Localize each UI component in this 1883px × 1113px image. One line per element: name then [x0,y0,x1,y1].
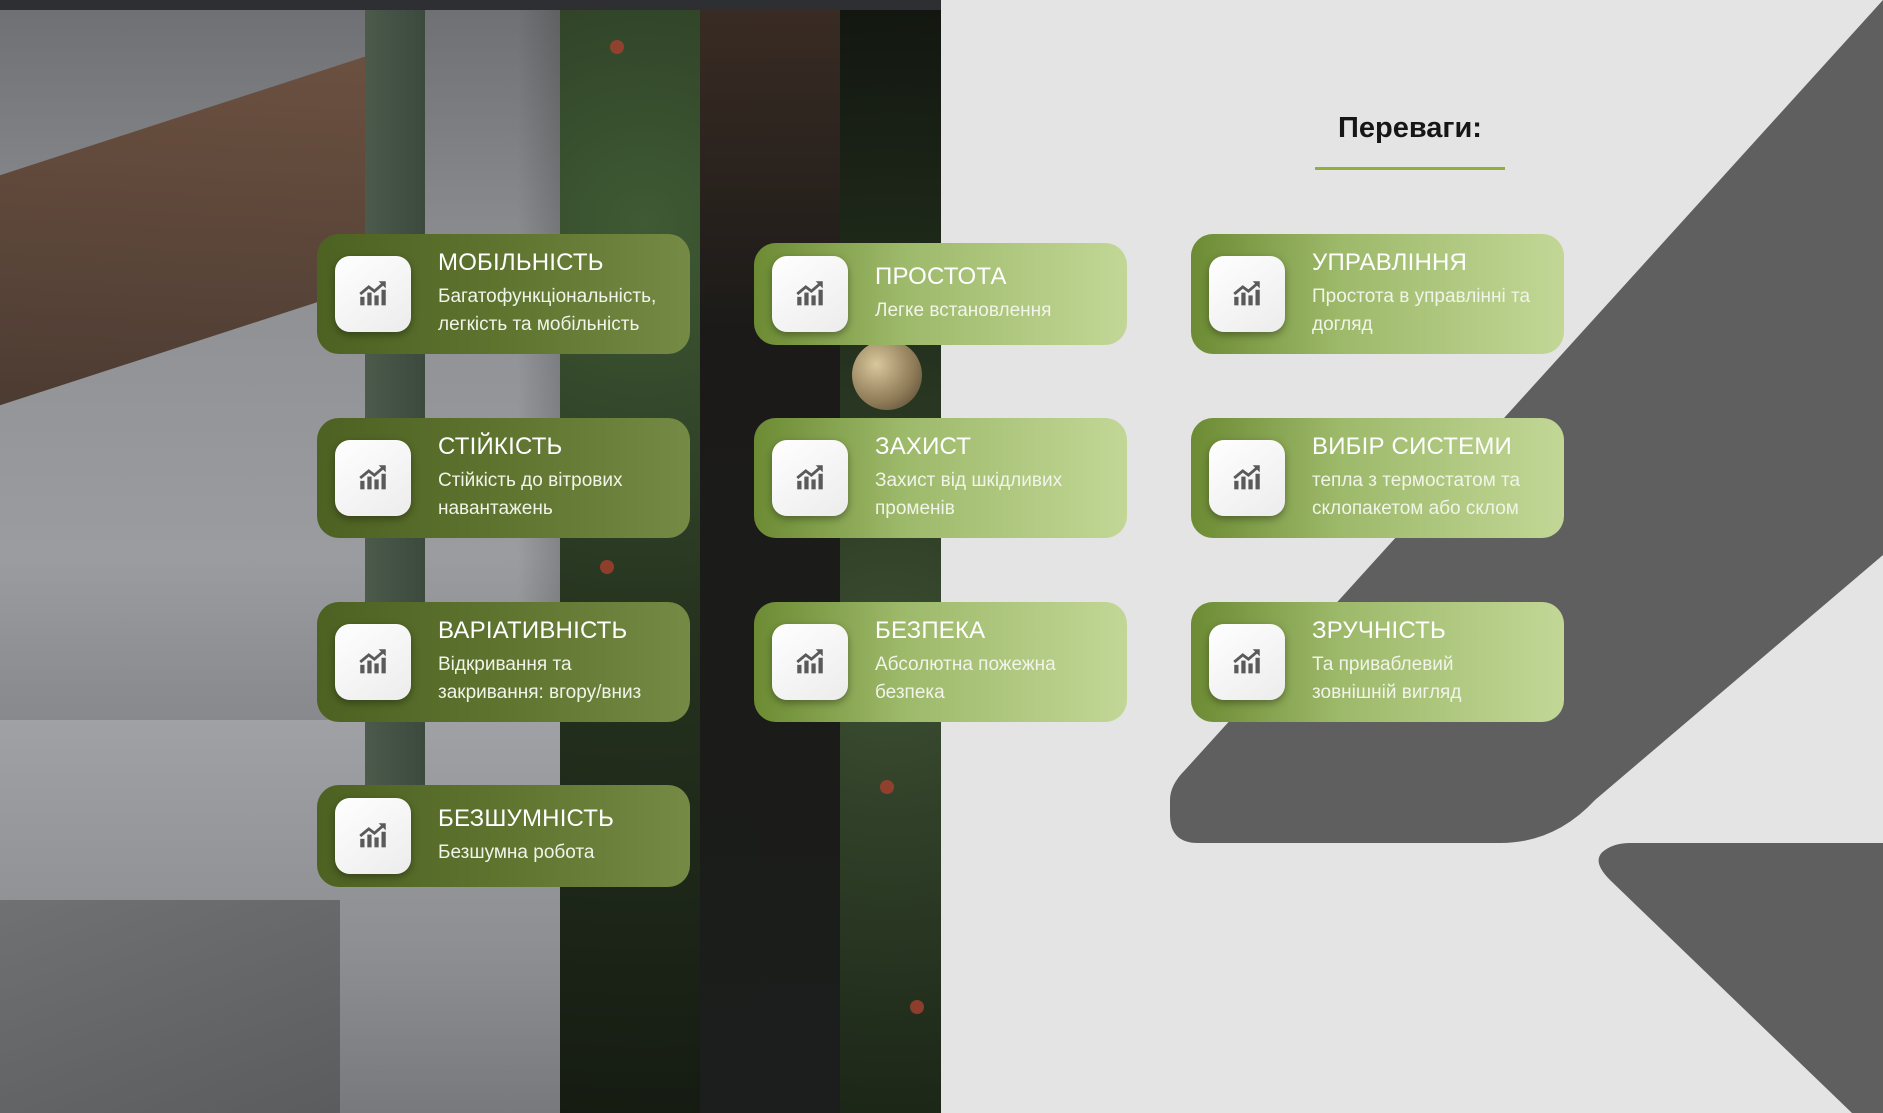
advantage-card-convenience: ЗРУЧНІСТЬ Та приваблевий зовнішній вигля… [1191,602,1564,722]
advantage-title: ЗАХИСТ [875,433,972,460]
trending-up-icon [335,624,411,700]
advantage-description: Захист від шкідливих променів [875,470,1063,519]
advantage-card-silence: БЕЗШУМНІСТЬ Безшумна робота [317,785,690,887]
photo-ornament [852,340,922,410]
deco-stripe-lower [1598,843,1883,1113]
photo-pavement [0,900,340,1113]
advantage-description: Стійкість до вітрових навантажень [438,470,623,519]
photo-berry [910,1000,924,1014]
trending-up-icon [1209,256,1285,332]
advantage-title: БЕЗПЕКА [875,617,986,644]
advantage-description: Відкривання та закривання: вгору/вниз [438,654,642,703]
trending-up-icon [335,798,411,874]
advantage-description: Простота в управлінні та догляд [1312,286,1531,335]
advantage-title: УПРАВЛІННЯ [1312,249,1468,276]
advantage-card-system-choice: ВИБІР СИСТЕМИ тепла з термостатом та скл… [1191,418,1564,538]
advantage-description: тепла з термостатом та склопакетом або с… [1312,470,1521,519]
advantage-card-protection: ЗАХИСТ Захист від шкідливих променів [754,418,1127,538]
photo-awning [0,51,380,419]
advantage-card-simplicity: ПРОСТОТА Легке встановлення [754,243,1127,345]
trending-up-icon [335,440,411,516]
heading-underline [1315,167,1505,170]
advantage-card-mobility: МОБІЛЬНІСТЬ Багатофункціональність, легк… [317,234,690,354]
advantage-card-control: УПРАВЛІННЯ Простота в управлінні та догл… [1191,234,1564,354]
trending-up-icon [772,440,848,516]
advantage-description: Безшумна робота [438,842,595,863]
background-photo [0,0,941,1113]
advantage-title: СТІЙКІСТЬ [438,433,563,460]
advantage-card-safety: БЕЗПЕКА Абсолютна пожежна безпека [754,602,1127,722]
advantage-description: Легке встановлення [875,300,1052,321]
advantage-title: МОБІЛЬНІСТЬ [438,249,604,276]
photo-berry [610,40,624,54]
trending-up-icon [1209,624,1285,700]
trending-up-icon [335,256,411,332]
top-strip [0,0,941,10]
photo-berry [880,780,894,794]
photo-plants-right [840,0,941,1113]
advantage-description: Та приваблевий зовнішній вигляд [1312,654,1462,703]
advantage-description: Абсолютна пожежна безпека [875,654,1056,703]
trending-up-icon [1209,440,1285,516]
advantage-title: ЗРУЧНІСТЬ [1312,617,1446,644]
photo-berry [600,560,614,574]
advantage-card-resistance: СТІЙКІСТЬ Стійкість до вітрових навантаж… [317,418,690,538]
advantage-title: ВАРІАТИВНІСТЬ [438,617,628,644]
advantage-card-variability: ВАРІАТИВНІСТЬ Відкривання та закривання:… [317,602,690,722]
advantage-title: ПРОСТОТА [875,263,1007,290]
trending-up-icon [772,624,848,700]
section-heading: Переваги: [1338,112,1482,144]
trending-up-icon [772,256,848,332]
advantage-description: Багатофункціональність, легкість та мобі… [438,286,657,335]
advantage-title: ВИБІР СИСТЕМИ [1312,433,1512,460]
advantage-title: БЕЗШУМНІСТЬ [438,805,615,832]
